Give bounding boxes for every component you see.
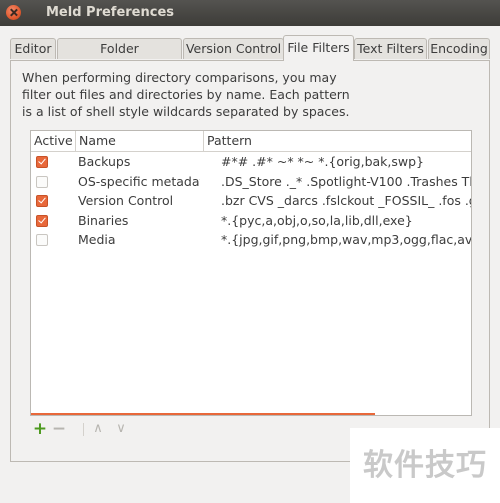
horizontal-scrollbar[interactable] [31, 413, 375, 415]
filter-pattern: .DS_Store ._* .Spotlight-V100 .Trashes T… [221, 173, 471, 189]
active-checkbox[interactable] [36, 214, 48, 227]
filter-name: Binaries [78, 212, 129, 228]
active-checkbox[interactable] [36, 195, 48, 207]
filter-name: OS-specific metadata [78, 173, 200, 189]
description-text: When performing directory comparisons, y… [22, 70, 350, 119]
active-checkbox[interactable] [36, 175, 48, 188]
tab-editor[interactable]: Editor [10, 38, 56, 59]
tab-panel: When performing directory comparisons, y… [10, 60, 490, 462]
filter-pattern: *.{pyc,a,obj,o,so,la,lib,dll,exe} [221, 212, 413, 228]
filter-pattern: .bzr CVS _darcs .fslckout _FOSSIL_ .fos … [221, 193, 471, 208]
filter-name: Version Control [78, 193, 174, 208]
window-title: Meld Preferences [46, 5, 175, 20]
table-row[interactable]: Binaries *.{pyc,a,obj,o,so,la,lib,dll,ex… [31, 211, 471, 231]
plus-icon[interactable]: + [31, 420, 49, 438]
title-bar: Meld Preferences [0, 0, 500, 26]
table-row[interactable]: Backups #*# .#* ~* *~ *.{orig,bak,swp} [31, 152, 471, 172]
table-header: Active Name Pattern [31, 131, 471, 152]
watermark: 软件技巧 [350, 428, 500, 503]
tab-text-filters[interactable]: Text Filters [354, 38, 427, 59]
tab-folder-comparisons[interactable]: Folder Comparisons [57, 38, 182, 76]
chevron-up-icon[interactable]: ∧ [89, 420, 107, 438]
toolbar-divider [83, 423, 84, 436]
table-row[interactable]: Version Control .bzr CVS _darcs .fslckou… [31, 191, 471, 211]
tab-file-filters[interactable]: File Filters [283, 35, 354, 61]
filter-table: Active Name Pattern Backups #*# .#* ~* *… [30, 130, 472, 416]
close-icon[interactable] [6, 5, 21, 20]
filter-pattern: #*# .#* ~* *~ *.{orig,bak,swp} [221, 154, 425, 169]
table-row[interactable]: OS-specific metadata .DS_Store ._* .Spot… [31, 172, 471, 192]
active-checkbox[interactable] [36, 156, 48, 168]
filter-pattern: *.{jpg,gif,png,bmp,wav,mp3,ogg,flac,avi,… [221, 232, 471, 247]
table-row[interactable]: Media *.{jpg,gif,png,bmp,wav,mp3,ogg,fla… [31, 230, 471, 250]
chevron-down-icon[interactable]: ∨ [112, 420, 130, 438]
tab-version-control[interactable]: Version Control [183, 38, 284, 59]
column-header-pattern[interactable]: Pattern [203, 131, 467, 151]
column-header-active[interactable]: Active [31, 131, 75, 151]
filter-name: Backups [78, 154, 131, 169]
column-header-name[interactable]: Name [75, 131, 205, 151]
tab-encoding[interactable]: Encoding [428, 38, 490, 59]
filter-name: Media [78, 232, 116, 247]
active-checkbox[interactable] [36, 234, 48, 246]
minus-icon[interactable]: − [50, 420, 68, 438]
